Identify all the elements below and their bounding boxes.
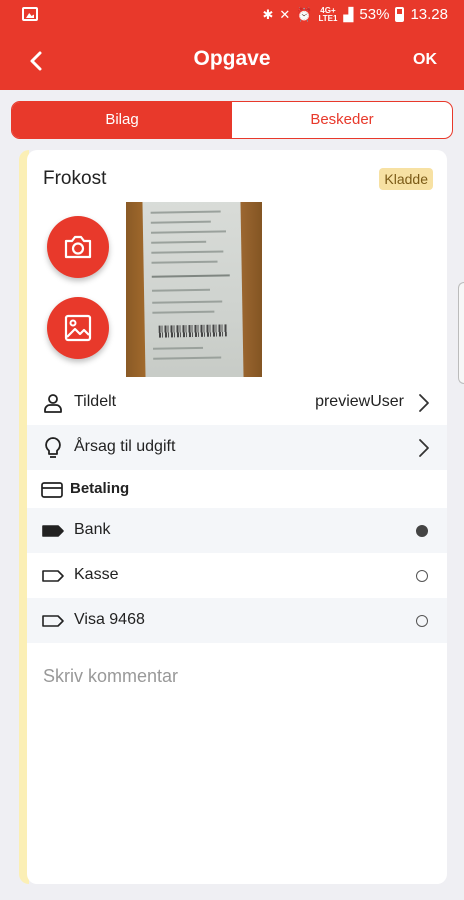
payment-label: Betaling [70, 480, 130, 497]
network-type: 4G+ LTE1 [318, 6, 338, 23]
payment-option-label: Bank [74, 521, 111, 538]
comment-input[interactable]: Skriv kommentar [43, 666, 178, 687]
receipt-paper [142, 202, 244, 377]
clock: 13.28 [410, 6, 448, 23]
gallery-icon [64, 314, 92, 342]
mute-icon: ✕ [279, 7, 291, 22]
signal-icon: ▟ [343, 7, 354, 22]
expense-title: Frokost [43, 168, 107, 189]
camera-button[interactable] [47, 216, 109, 278]
payment-option-visa[interactable]: Visa 9468 [27, 598, 447, 643]
lightbulb-icon [45, 437, 61, 458]
radio-selected[interactable] [416, 525, 428, 537]
ok-button[interactable]: OK [413, 51, 437, 69]
radio-unselected[interactable] [416, 615, 428, 627]
payment-option-kasse[interactable]: Kasse [27, 553, 447, 598]
receipt-thumbnail[interactable] [126, 202, 262, 377]
assigned-value: previewUser [315, 393, 404, 410]
tab-beskeder[interactable]: Beskeder [232, 102, 452, 138]
card-icon [41, 482, 63, 498]
scroll-handle[interactable] [458, 282, 464, 384]
assigned-row[interactable]: Tildelt previewUser [27, 380, 447, 425]
tag-icon [42, 615, 64, 627]
battery-percent: 53% [359, 6, 390, 23]
camera-icon [64, 235, 92, 259]
alarm-icon: ⏰ [296, 7, 313, 22]
chevron-right-icon [419, 439, 429, 457]
battery-icon [395, 7, 405, 22]
bluetooth-icon: ✱ [262, 7, 274, 22]
app-bar: Opgave OK [0, 30, 464, 90]
tag-icon [42, 525, 64, 537]
status-badge: Kladde [379, 168, 433, 190]
person-icon [44, 394, 62, 413]
chevron-right-icon [419, 394, 429, 412]
payment-option-bank[interactable]: Bank [27, 508, 447, 553]
segmented-tabs: Bilag Beskeder [11, 101, 453, 139]
reason-row[interactable]: Årsag til udgift [27, 425, 447, 470]
assigned-label: Tildelt [74, 393, 117, 410]
expense-card: Frokost Kladde Tildelt previewUser Årsag… [27, 150, 447, 884]
tab-bilag[interactable]: Bilag [12, 102, 232, 138]
status-bar: ✱ ✕ ⏰ 4G+ LTE1 ▟ 53% 13.28 [0, 0, 464, 30]
status-icons: ✱ ✕ ⏰ 4G+ LTE1 ▟ 53% 13.28 [262, 6, 448, 23]
payment-section: Betaling [27, 470, 447, 510]
tag-icon [42, 570, 64, 582]
page-title: Opgave [193, 47, 271, 70]
network-type-bottom: LTE1 [318, 13, 338, 23]
image-icon [22, 7, 38, 21]
payment-option-label: Visa 9468 [74, 611, 145, 628]
radio-unselected[interactable] [416, 570, 428, 582]
reason-label: Årsag til udgift [74, 438, 176, 455]
payment-option-label: Kasse [74, 566, 119, 583]
gallery-button[interactable] [47, 297, 109, 359]
